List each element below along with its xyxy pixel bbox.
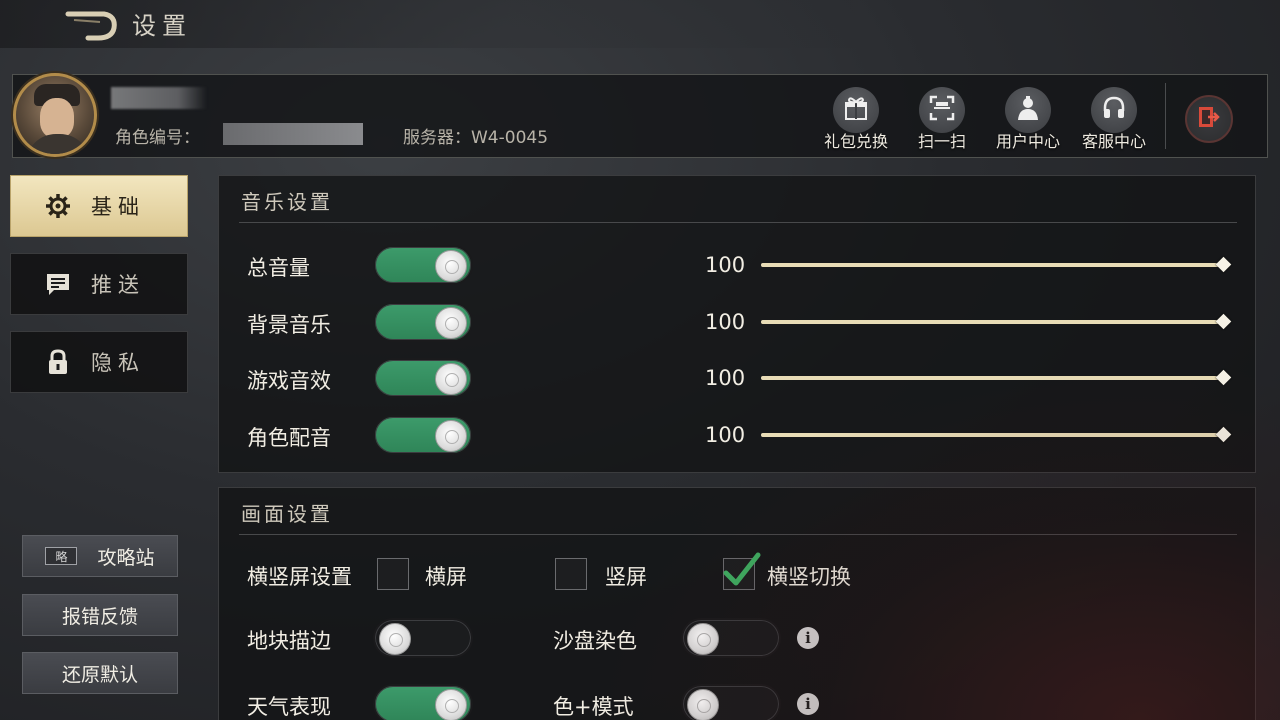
scan-button[interactable]: 扫一扫: [905, 87, 979, 153]
customer-service-button[interactable]: 客服中心: [1077, 87, 1151, 153]
user-center-label: 用户中心: [995, 132, 1060, 151]
tab-privacy[interactable]: 隐私: [10, 331, 188, 393]
gift-redeem-button[interactable]: 礼包兑换: [819, 87, 893, 153]
divider: [239, 222, 1237, 223]
voice-slider[interactable]: [761, 426, 1232, 444]
auto-rotate-checkbox[interactable]: [723, 552, 761, 590]
display-settings-title: 画面设置: [241, 502, 333, 526]
user-center-button[interactable]: 用户中心: [991, 87, 1065, 153]
gear-icon: [43, 191, 73, 221]
restore-default-button[interactable]: 还原默认: [22, 652, 178, 694]
color-mode-label: 色+模式: [553, 695, 634, 719]
customer-service-label: 客服中心: [1081, 132, 1146, 151]
player-name-redacted: [111, 87, 207, 109]
strategy-icon: 略: [45, 547, 78, 565]
tile-outline-toggle[interactable]: [373, 618, 473, 658]
sfx-slider[interactable]: [761, 369, 1232, 387]
divider: [1165, 83, 1166, 149]
bgm-label: 背景音乐: [247, 313, 331, 337]
voice-label: 角色配音: [247, 426, 331, 450]
tab-basic-label: 基础: [91, 195, 145, 219]
lock-icon: [43, 347, 73, 377]
headset-icon: [1101, 95, 1127, 125]
portrait-checkbox[interactable]: [555, 558, 587, 590]
gift-icon: [843, 95, 869, 125]
report-bug-label: 报错反馈: [61, 605, 138, 628]
portrait-label: 竖屏: [605, 565, 647, 589]
strategy-site-label: 攻略站: [97, 546, 155, 569]
landscape-checkbox[interactable]: [377, 558, 409, 590]
master-volume-label: 总音量: [247, 256, 310, 280]
display-settings-panel: 画面设置 横竖屏设置 横屏 竖屏 横竖切换 地块描边 沙盘染色 i 天气表现 色…: [218, 487, 1256, 720]
music-settings-title: 音乐设置: [241, 190, 333, 214]
master-volume-value: 100: [705, 253, 746, 277]
sandbox-color-toggle[interactable]: [681, 618, 781, 658]
page-title: 设置: [132, 12, 192, 40]
bgm-slider[interactable]: [761, 313, 1232, 331]
color-mode-toggle[interactable]: [681, 684, 781, 720]
message-icon: [43, 269, 73, 299]
sandbox-color-label: 沙盘染色: [553, 629, 637, 653]
sfx-toggle[interactable]: [373, 358, 473, 398]
voice-value: 100: [705, 423, 746, 447]
divider: [239, 534, 1237, 535]
role-id-label: 角色编号：: [115, 128, 200, 148]
checkmark-icon: [722, 549, 762, 595]
profile-bar: 角色编号： 服务器：W4-0045 礼包兑换 扫一扫 用户中心 客服中心: [12, 73, 1268, 158]
master-volume-toggle[interactable]: [373, 245, 473, 285]
orientation-label: 横竖屏设置: [247, 565, 352, 589]
weather-toggle[interactable]: [373, 684, 473, 720]
sfx-value: 100: [705, 366, 746, 390]
bgm-value: 100: [705, 310, 746, 334]
info-icon[interactable]: i: [797, 627, 819, 649]
bgm-toggle[interactable]: [373, 302, 473, 342]
auto-rotate-label: 横竖切换: [767, 565, 851, 589]
strategy-site-button[interactable]: 略 攻略站: [22, 535, 178, 577]
back-arrow-icon[interactable]: [64, 8, 120, 44]
voice-toggle[interactable]: [373, 415, 473, 455]
server-label: 服务器：W4-0045: [403, 128, 549, 148]
restore-default-label: 还原默认: [61, 663, 138, 686]
music-settings-panel: 音乐设置 总音量 100 背景音乐 100 游戏音效 100 角色配音 100: [218, 175, 1256, 473]
tab-push[interactable]: 推送: [10, 253, 188, 315]
top-bar: 设置: [0, 0, 1280, 48]
sfx-label: 游戏音效: [247, 369, 331, 393]
master-volume-slider[interactable]: [761, 256, 1232, 274]
exit-button[interactable]: [1185, 95, 1233, 143]
tile-outline-label: 地块描边: [247, 629, 331, 653]
tab-push-label: 推送: [91, 273, 145, 297]
report-bug-button[interactable]: 报错反馈: [22, 594, 178, 636]
user-icon: [1015, 95, 1041, 125]
scan-label: 扫一扫: [917, 132, 966, 151]
gift-redeem-label: 礼包兑换: [823, 132, 888, 151]
landscape-label: 横屏: [425, 565, 467, 589]
exit-icon: [1196, 104, 1222, 134]
avatar[interactable]: [13, 73, 97, 157]
role-id-redacted: [223, 123, 363, 145]
weather-label: 天气表现: [247, 695, 331, 719]
tab-basic[interactable]: 基础: [10, 175, 188, 237]
scan-icon: [929, 95, 955, 125]
tab-privacy-label: 隐私: [91, 351, 145, 375]
info-icon[interactable]: i: [797, 693, 819, 715]
